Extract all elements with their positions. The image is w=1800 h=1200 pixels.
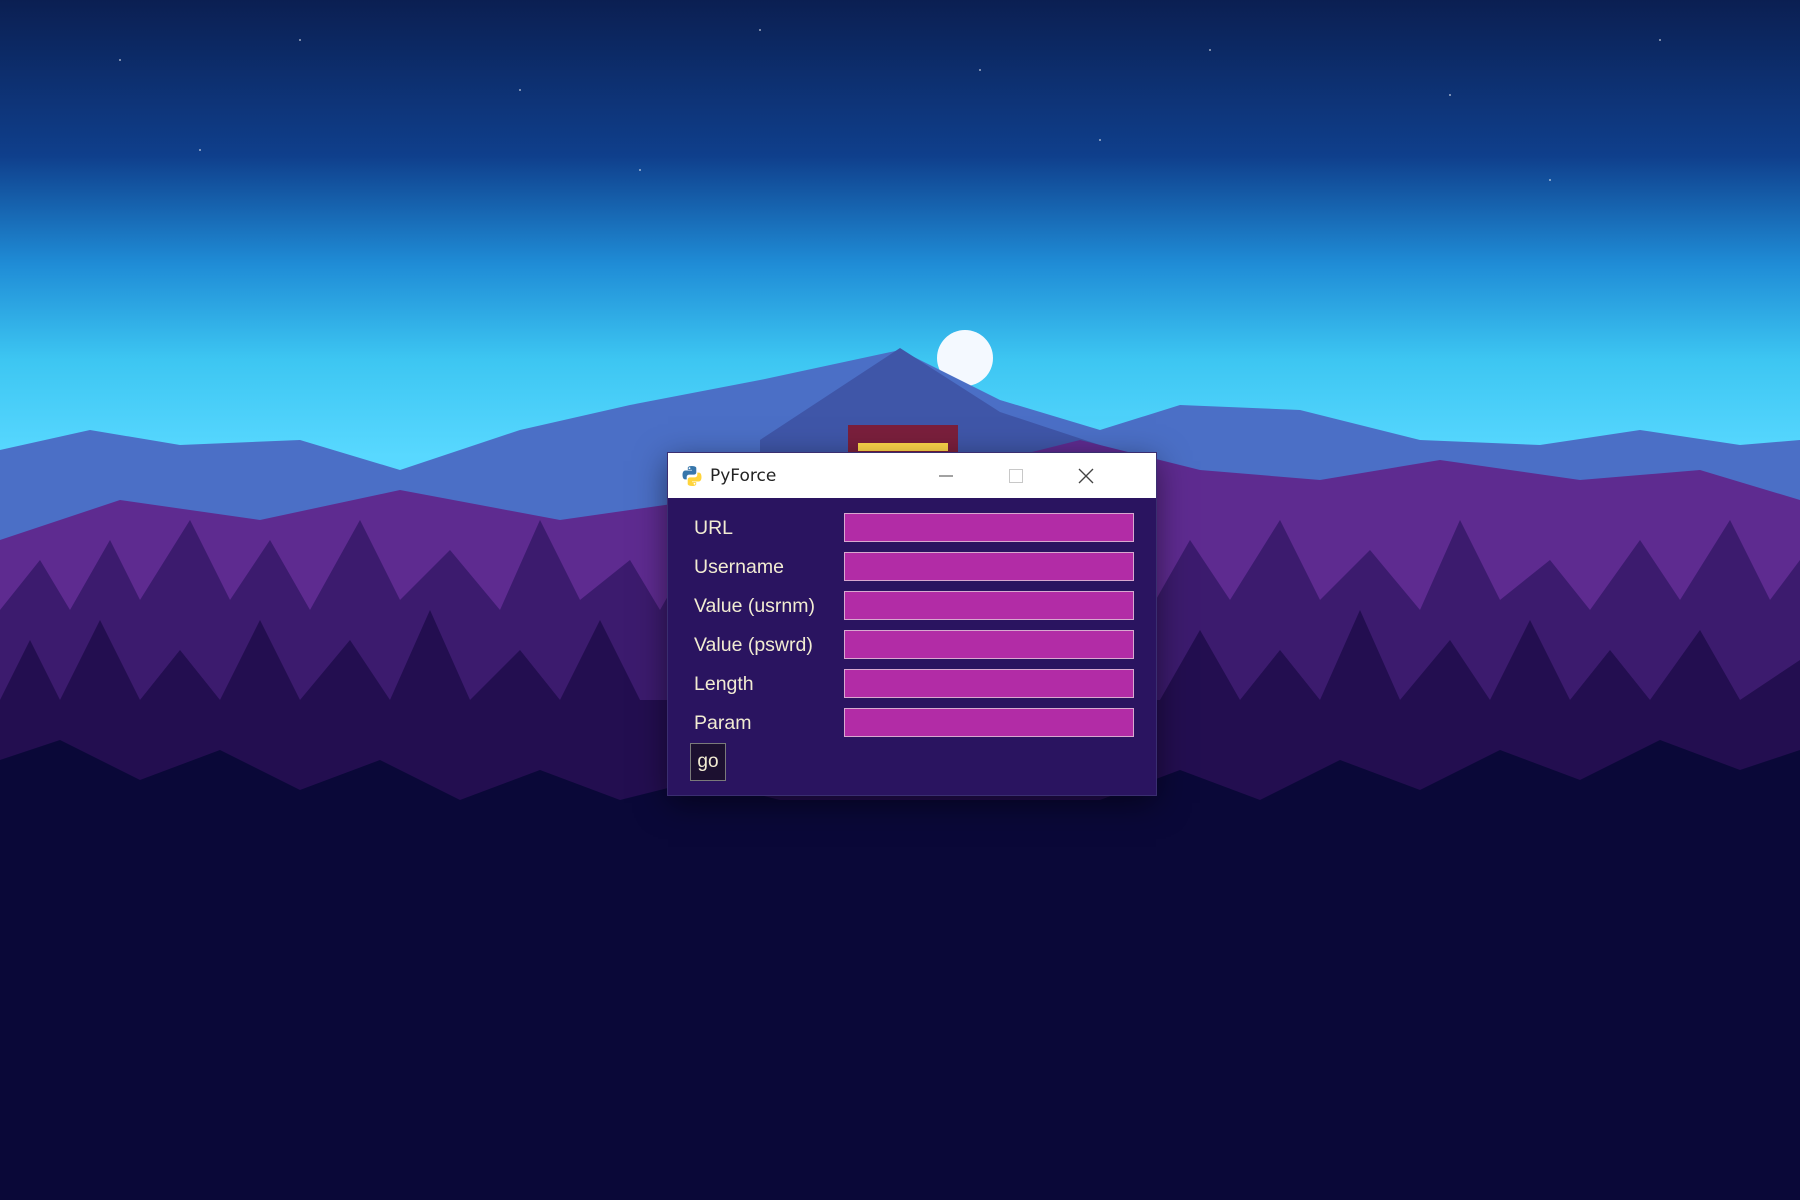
value-pswrd-label: Value (pswrd) [694, 634, 813, 656]
form-row-length: Length [668, 667, 1156, 699]
length-label: Length [694, 673, 754, 695]
value-usrnm-input[interactable] [844, 591, 1134, 620]
url-input[interactable] [844, 513, 1134, 542]
window-title: PyForce [710, 465, 777, 486]
maximize-button[interactable] [982, 453, 1050, 498]
form-row-value-pswrd: Value (pswrd) [668, 628, 1156, 660]
length-input[interactable] [844, 669, 1134, 698]
username-input[interactable] [844, 552, 1134, 581]
value-usrnm-label: Value (usrnm) [694, 595, 816, 617]
python-logo-icon [682, 465, 702, 486]
value-pswrd-input[interactable] [844, 630, 1134, 659]
go-button[interactable]: go [690, 743, 726, 781]
form-row-username: Username [668, 550, 1156, 582]
param-input[interactable] [844, 708, 1134, 737]
form-row-param: Param [668, 706, 1156, 738]
minimize-icon [939, 475, 953, 476]
pyforce-window: PyForce URL Username Value (usrnm) Value… [668, 453, 1156, 795]
close-button[interactable] [1052, 453, 1120, 498]
maximize-icon [1009, 468, 1023, 483]
form-panel: URL Username Value (usrnm) Value (pswrd)… [668, 498, 1156, 795]
url-label: URL [694, 517, 734, 539]
form-row-url: URL [668, 511, 1156, 543]
param-label: Param [694, 712, 752, 734]
form-row-value-usrnm: Value (usrnm) [668, 589, 1156, 621]
window-titlebar[interactable]: PyForce [668, 453, 1156, 498]
close-icon [1078, 468, 1094, 483]
minimize-button[interactable] [912, 453, 980, 498]
username-label: Username [694, 556, 784, 578]
